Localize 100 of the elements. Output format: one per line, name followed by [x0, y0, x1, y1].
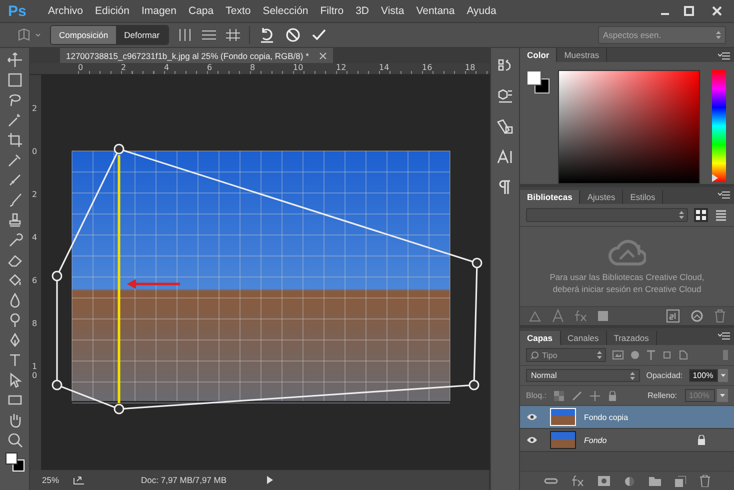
stepper-icon [597, 351, 602, 359]
move-icon[interactable] [6, 52, 22, 68]
menu-item[interactable]: Ventana [410, 5, 461, 17]
layer-row[interactable]: Fondo [520, 429, 734, 452]
eye-icon[interactable] [526, 436, 538, 444]
transform-handle[interactable] [468, 380, 480, 390]
bucket-icon[interactable] [6, 272, 22, 288]
transform-handle[interactable] [472, 258, 482, 268]
horizontal-lines-icon[interactable] [200, 28, 217, 42]
circle-half-icon[interactable] [624, 476, 635, 486]
cloud-icon [608, 238, 646, 266]
hue-slider[interactable] [712, 70, 726, 182]
ruler-label: 10 [31, 363, 38, 382]
ruler-label: 6 [31, 277, 38, 287]
checker-icon[interactable] [554, 390, 564, 400]
effects-icon[interactable] [574, 309, 588, 323]
transform-handle[interactable] [114, 144, 124, 154]
close-icon[interactable] [318, 52, 327, 60]
checkmark-icon[interactable] [310, 27, 328, 43]
menu-item[interactable]: Archivo [42, 5, 90, 17]
zoom-level[interactable]: 25% [42, 475, 60, 485]
marquee-icon[interactable] [6, 72, 22, 88]
menu-icon[interactable] [718, 52, 730, 60]
stock-icon[interactable] [666, 309, 680, 323]
menu-item[interactable]: 3D [350, 5, 376, 17]
menu-item[interactable]: Filtro [314, 5, 350, 17]
list-view-icon[interactable] [714, 208, 728, 222]
caret-icon[interactable] [718, 369, 728, 382]
circle-half-icon[interactable] [630, 350, 640, 360]
stepper-icon [630, 372, 636, 380]
color-field[interactable] [558, 70, 700, 184]
lasso-icon[interactable] [6, 92, 22, 108]
link-icon[interactable] [544, 476, 558, 486]
search-icon[interactable] [6, 432, 22, 448]
magic-wand-icon[interactable] [6, 112, 22, 128]
trash-icon[interactable] [700, 475, 710, 487]
panel-tab[interactable]: Bibliotecas [520, 190, 580, 204]
color-square-icon[interactable] [598, 311, 608, 321]
menu-item[interactable]: Ayuda [460, 5, 502, 17]
ruler-label: 0 [78, 63, 84, 74]
ruler-label: 8 [31, 320, 38, 330]
type-filter-icon[interactable] [646, 350, 656, 360]
mode-button[interactable]: Deformar [116, 26, 168, 44]
slider-thumb[interactable] [712, 174, 718, 182]
character-icon[interactable] [496, 148, 514, 166]
ruler-label: 2 [31, 191, 38, 201]
cloud-sync-icon[interactable] [690, 309, 704, 323]
crop-icon[interactable] [6, 132, 22, 148]
document-tab[interactable]: 12700738815_c967231f1b_k.jpg al 25% (Fondo copia, RGB/8) * [60, 48, 333, 63]
filter-toggle[interactable] [723, 350, 728, 360]
panel-tab[interactable]: Canales [560, 331, 607, 345]
transform-handle[interactable] [114, 404, 124, 414]
transform-handle[interactable] [52, 270, 62, 282]
ruler-label: 12 [336, 63, 348, 74]
image-filter-icon[interactable] [612, 350, 624, 360]
layer-row[interactable]: Fondo copia [520, 406, 734, 429]
effects-icon[interactable] [572, 475, 584, 487]
mode-button[interactable]: Composición [51, 26, 116, 44]
panel-tab[interactable]: Trazados [606, 331, 657, 345]
ruler-label: 4 [164, 63, 170, 74]
color-swatches-icon[interactable] [4, 452, 24, 472]
character-style-icon[interactable] [552, 309, 564, 323]
sign-in-message: Para usar las Bibliotecas Creative Cloud, deberá iniciar sesión en Creative Cloud [548, 270, 706, 294]
lock-icon[interactable] [608, 390, 618, 400]
move-icon[interactable] [590, 390, 600, 400]
new-layer-icon[interactable] [675, 476, 686, 486]
layers-comp-icon[interactable] [496, 118, 514, 136]
play-icon[interactable] [265, 475, 276, 485]
cancel-icon[interactable] [284, 27, 302, 43]
panel-tab[interactable]: Capas [520, 331, 561, 345]
stepper-icon [679, 211, 684, 219]
perspective-tool-icon[interactable] [16, 27, 42, 43]
fill-label: Relleno: [648, 391, 677, 400]
caret-icon[interactable] [717, 389, 728, 402]
menu-item[interactable]: Capa [182, 5, 220, 17]
menu-item[interactable]: Edición [89, 5, 136, 17]
menu-item[interactable]: Selección [256, 5, 314, 17]
menu-icon[interactable] [718, 332, 730, 340]
opacity-field[interactable]: 100% [688, 369, 718, 382]
grid-view-icon[interactable] [694, 208, 708, 222]
search-icon [530, 350, 539, 360]
menu-item[interactable]: Texto [220, 5, 257, 17]
mask-icon[interactable] [598, 476, 610, 486]
menu-item[interactable]: Imagen [135, 5, 182, 17]
panel-tab[interactable]: Color [520, 48, 558, 62]
ruler-label: 4 [31, 234, 38, 244]
menu-icon[interactable] [718, 191, 730, 199]
menu-item[interactable]: Vista [375, 5, 410, 17]
blend-mode-dropdown[interactable]: Normal [526, 369, 640, 382]
grid-icon[interactable] [224, 28, 241, 42]
color-swatches-icon[interactable] [526, 70, 550, 94]
vertical-lines-icon[interactable] [176, 28, 193, 42]
trash-icon[interactable] [714, 309, 726, 323]
shape-filter-icon[interactable] [662, 350, 672, 360]
eye-icon[interactable] [526, 413, 538, 421]
brush-icon[interactable] [572, 390, 582, 400]
transform-handle[interactable] [52, 380, 62, 390]
folder-icon[interactable] [649, 476, 661, 486]
smart-object-icon[interactable] [678, 350, 688, 360]
filter-dropdown[interactable]: Tipo [526, 348, 606, 362]
